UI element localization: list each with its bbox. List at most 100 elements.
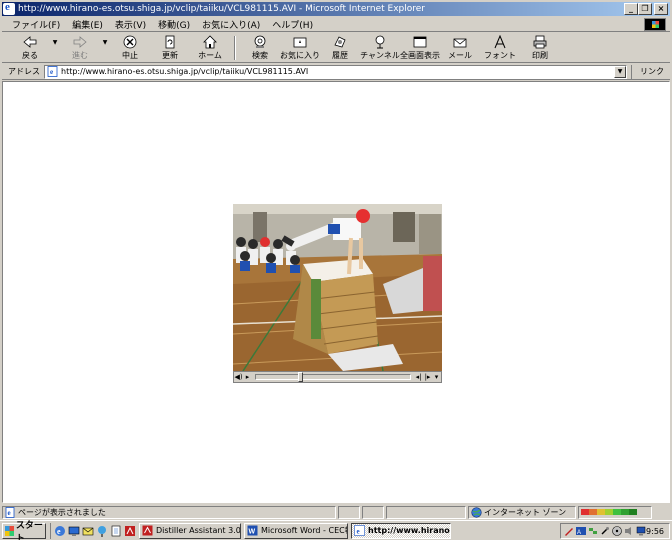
tool-icon[interactable] <box>600 526 610 536</box>
forward-label: 進む <box>72 51 88 60</box>
font-button[interactable]: フォント <box>480 33 520 62</box>
search-button[interactable]: 検索 <box>240 33 280 62</box>
menu-view[interactable]: 表示(V) <box>109 18 152 31</box>
home-label: ホーム <box>198 51 222 60</box>
stop-button[interactable]: 中止 <box>110 33 150 62</box>
network-icon[interactable] <box>588 526 598 536</box>
close-button[interactable]: × <box>654 3 668 15</box>
title-bar[interactable]: http://www.hirano-es.otsu.shiga.jp/vclip… <box>2 1 670 16</box>
menu-favorites[interactable]: お気に入り(A) <box>196 18 266 31</box>
forward-button[interactable]: 進む <box>60 33 100 62</box>
stop-icon <box>122 35 138 49</box>
print-button[interactable]: 印刷 <box>520 33 560 62</box>
channels-quicklaunch-icon[interactable] <box>96 525 108 537</box>
speaker-icon[interactable] <box>624 526 634 536</box>
taskbar: スタート e Distiller Assistant 3.02 W Micros… <box>0 520 672 540</box>
window-controls: _ ❐ × <box>624 3 668 15</box>
history-button[interactable]: 履歴 <box>320 33 360 62</box>
refresh-button[interactable]: 更新 <box>150 33 190 62</box>
fullscreen-label: 全画面表示 <box>400 51 440 60</box>
video-frame <box>233 204 442 371</box>
status-bar: e ページが表示されました インターネット ゾーン <box>2 505 670 519</box>
mail-button[interactable]: メール <box>440 33 480 62</box>
status-panel-blank <box>386 505 466 519</box>
maximize-button[interactable]: ❐ <box>638 3 652 15</box>
home-button[interactable]: ホーム <box>190 33 230 62</box>
video-still-image <box>233 204 442 371</box>
acrobat-quicklaunch-icon[interactable] <box>124 525 136 537</box>
refresh-icon <box>162 35 178 49</box>
step-forward-icon[interactable]: |▸ <box>423 372 432 382</box>
svg-text:W: W <box>249 529 256 536</box>
pen-icon[interactable] <box>564 526 574 536</box>
page-icon: e <box>47 66 59 77</box>
menu-file[interactable]: ファイル(F) <box>2 18 66 31</box>
svg-text:e: e <box>57 527 61 536</box>
ie-icon <box>3 1 15 15</box>
history-icon <box>332 35 348 49</box>
favorites-button[interactable]: お気に入り <box>280 33 320 62</box>
history-label: 履歴 <box>332 51 348 60</box>
desktop-quicklaunch-icon[interactable] <box>68 525 80 537</box>
taskbar-item-label: Microsoft Word - CEC報... <box>261 526 347 535</box>
back-button[interactable]: 戻る <box>10 33 50 62</box>
taskbar-item-word[interactable]: W Microsoft Word - CEC報... <box>244 522 348 539</box>
seek-thumb[interactable] <box>298 372 303 382</box>
address-bar: アドレス e ▼ リンク <box>2 64 670 80</box>
menu-chevron-down-icon[interactable]: ▾ <box>432 372 441 382</box>
menu-edit[interactable]: 編集(E) <box>66 18 109 31</box>
print-icon <box>532 35 548 49</box>
fullscreen-button[interactable]: 全画面表示 <box>400 33 440 62</box>
status-panel-blank <box>338 505 360 519</box>
word-icon: W <box>247 525 258 536</box>
disc-icon[interactable] <box>612 526 622 536</box>
volume-icon[interactable]: ◀) <box>234 372 243 382</box>
ie-quicklaunch-icon[interactable]: e <box>54 525 66 537</box>
stop-label: 中止 <box>122 51 138 60</box>
address-dropdown[interactable]: ▼ <box>614 65 626 78</box>
forward-arrow-icon <box>72 35 88 49</box>
step-back-icon[interactable]: ◂| <box>414 372 423 382</box>
svg-text:e: e <box>8 509 11 517</box>
home-icon <box>202 35 218 49</box>
status-text: ページが表示されました <box>18 507 106 517</box>
video-controls: ◀) ▸ ◂| |▸ ▾ <box>233 371 442 383</box>
play-icon[interactable]: ▸ <box>243 372 252 382</box>
start-label: スタート <box>15 520 43 540</box>
taskbar-item-ie[interactable]: e http://www.hirano-e... <box>351 522 451 539</box>
print-label: 印刷 <box>532 51 548 60</box>
address-field[interactable]: e ▼ <box>44 64 627 79</box>
taskbar-item-distiller[interactable]: Distiller Assistant 3.02 <box>139 522 241 539</box>
ime-icon[interactable]: A <box>576 526 586 536</box>
seek-bar[interactable] <box>255 372 411 382</box>
address-input[interactable] <box>61 66 611 77</box>
monitor-icon[interactable] <box>636 526 646 536</box>
security-zone-panel[interactable]: インターネット ゾーン <box>468 505 576 519</box>
svg-text:A: A <box>577 530 581 536</box>
security-zone-text: インターネット ゾーン <box>484 507 567 517</box>
notepad-quicklaunch-icon[interactable] <box>110 525 122 537</box>
forward-dropdown[interactable]: ▼ <box>100 33 110 62</box>
clock[interactable]: 9:56 <box>646 527 664 536</box>
outlook-quicklaunch-icon[interactable] <box>82 525 94 537</box>
channels-button[interactable]: チャンネル <box>360 33 400 62</box>
svg-text:e: e <box>50 68 53 76</box>
refresh-label: 更新 <box>162 51 178 60</box>
menu-go[interactable]: 移動(G) <box>152 18 196 31</box>
font-icon <box>492 35 508 49</box>
back-label: 戻る <box>22 51 38 60</box>
address-label: アドレス <box>8 67 40 76</box>
font-label: フォント <box>484 51 516 60</box>
menu-help[interactable]: ヘルプ(H) <box>266 18 319 31</box>
standard-toolbar: 戻る ▼ 進む ▼ 中止 更新 ホーム 検索 お気に入り 履歴 チャンネル 全画… <box>2 33 670 63</box>
fullscreen-icon <box>412 35 428 49</box>
status-text-panel: e ページが表示されました <box>2 505 336 519</box>
start-button[interactable]: スタート <box>2 521 46 540</box>
back-dropdown[interactable]: ▼ <box>50 33 60 62</box>
channels-icon <box>372 35 388 49</box>
system-tray: A 9:56 <box>560 523 670 539</box>
quick-launch: e <box>50 522 136 539</box>
video-player[interactable]: ◀) ▸ ◂| |▸ ▾ <box>233 204 442 384</box>
links-button[interactable]: リンク <box>631 64 664 79</box>
minimize-button[interactable]: _ <box>624 3 638 15</box>
